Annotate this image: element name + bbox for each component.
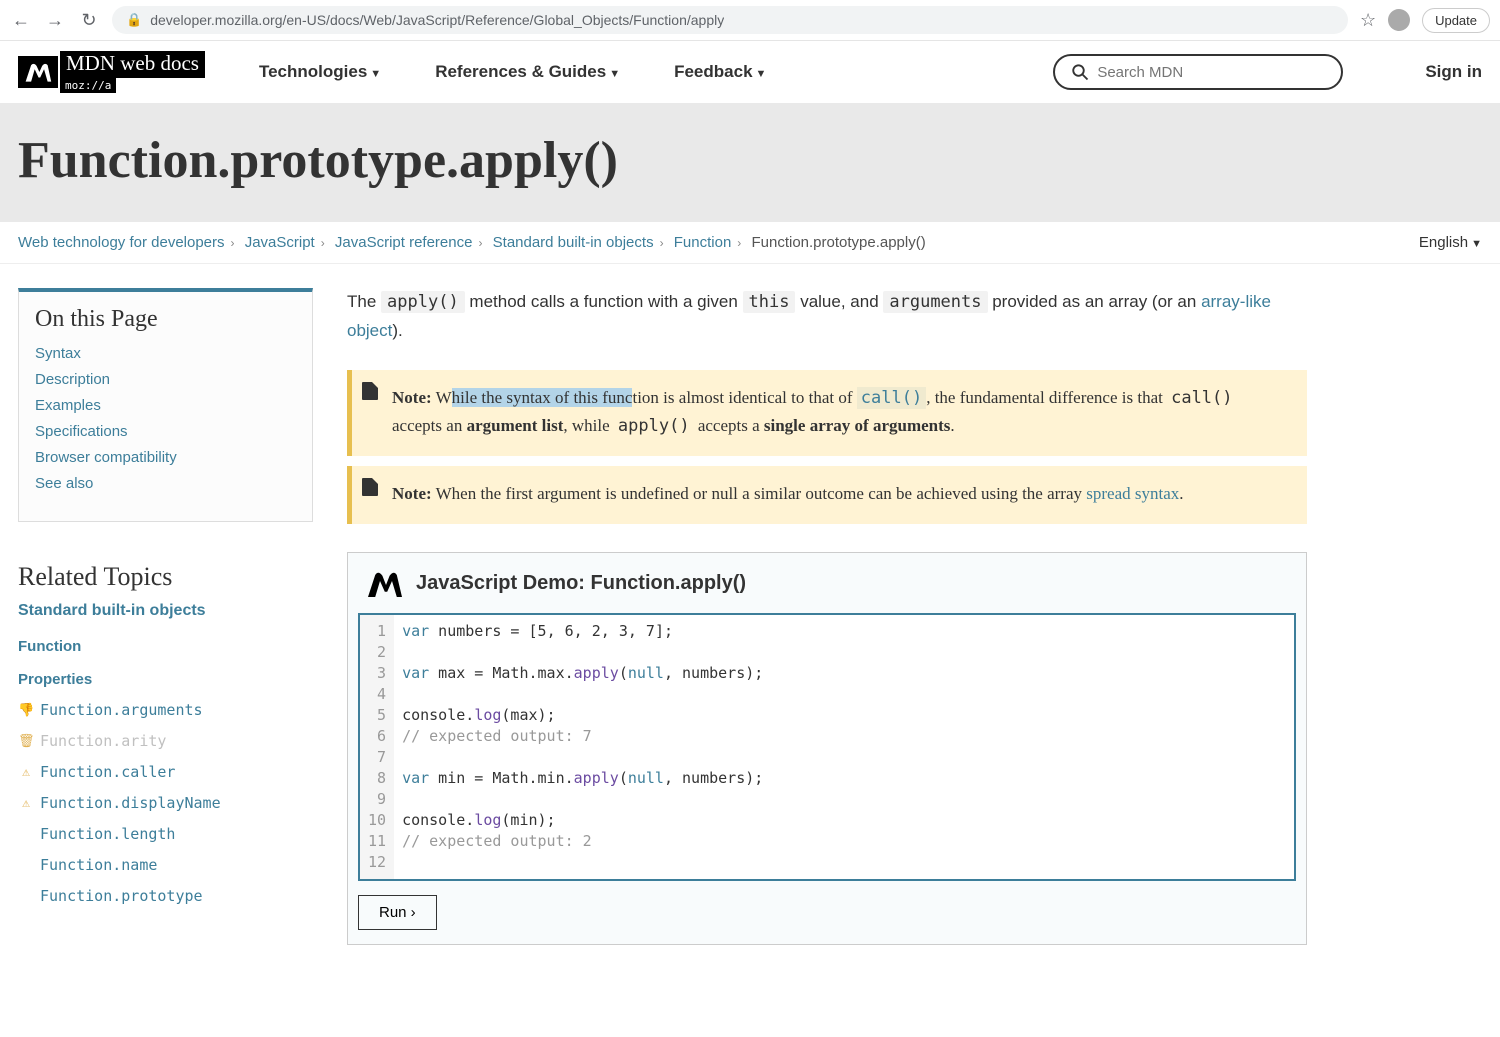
code-apply: apply() bbox=[381, 291, 465, 313]
crumb-js-ref[interactable]: JavaScript reference bbox=[335, 234, 473, 251]
nav-technologies[interactable]: Technologies▼ bbox=[259, 62, 381, 82]
toc-heading: On this Page bbox=[35, 306, 296, 333]
code-editor[interactable]: 123456789101112 var numbers = [5, 6, 2, … bbox=[358, 613, 1296, 881]
address-bar[interactable]: 🔒 developer.mozilla.org/en-US/docs/Web/J… bbox=[112, 6, 1348, 34]
sidebar: On this Page Syntax Description Examples… bbox=[18, 288, 313, 945]
prop-displayname[interactable]: ⚠Function.displayName bbox=[18, 794, 313, 812]
prop-caller[interactable]: ⚠Function.caller bbox=[18, 763, 313, 781]
mdn-dino-icon bbox=[364, 567, 404, 599]
toc-see-also[interactable]: See also bbox=[35, 475, 296, 492]
bookmark-icon[interactable]: ☆ bbox=[1360, 10, 1376, 31]
back-icon[interactable]: ← bbox=[10, 10, 32, 31]
toc-description[interactable]: Description bbox=[35, 371, 296, 388]
content: On this Page Syntax Description Examples… bbox=[0, 264, 1500, 969]
note-syntax: Note: While the syntax of this function … bbox=[347, 370, 1307, 456]
code-this: this bbox=[743, 291, 796, 313]
thumb-down-icon: 👎 bbox=[18, 703, 34, 718]
search-input[interactable] bbox=[1097, 64, 1325, 81]
breadcrumb-row: Web technology for developers› JavaScrip… bbox=[0, 222, 1500, 264]
chevron-down-icon: ▼ bbox=[370, 68, 381, 80]
nav-references[interactable]: References & Guides▼ bbox=[435, 62, 620, 82]
note-icon bbox=[362, 478, 378, 496]
profile-avatar[interactable] bbox=[1388, 9, 1410, 31]
related-builtin[interactable]: Standard built-in objects bbox=[18, 602, 313, 620]
page-title: Function.prototype.apply() bbox=[18, 131, 1482, 190]
forward-icon[interactable]: → bbox=[44, 10, 66, 31]
main-content: The apply() method calls a function with… bbox=[347, 288, 1307, 945]
site-header: MDN web docs moz://a Technologies▼ Refer… bbox=[0, 41, 1500, 103]
logo-text: MDN web docs bbox=[60, 51, 205, 78]
language-selector[interactable]: English▼ bbox=[1419, 234, 1482, 251]
toc-browser-compat[interactable]: Browser compatibility bbox=[35, 449, 296, 466]
prop-arguments[interactable]: 👎Function.arguments bbox=[18, 701, 313, 719]
code-content: var numbers = [5, 6, 2, 3, 7]; var max =… bbox=[394, 615, 1294, 879]
warning-icon: ⚠ bbox=[18, 796, 34, 811]
run-button[interactable]: Run › bbox=[358, 895, 437, 930]
crumb-builtin[interactable]: Standard built-in objects bbox=[493, 234, 654, 251]
related-heading: Related Topics bbox=[18, 562, 313, 592]
trash-icon: 🗑 bbox=[18, 734, 34, 749]
search-icon bbox=[1071, 63, 1089, 81]
related-topics: Related Topics Standard built-in objects… bbox=[18, 562, 313, 905]
chevron-down-icon: ▼ bbox=[609, 68, 620, 80]
warning-icon: ⚠ bbox=[18, 765, 34, 780]
note-icon bbox=[362, 382, 378, 400]
link-spread-syntax[interactable]: spread syntax bbox=[1086, 484, 1179, 503]
lock-icon: 🔒 bbox=[126, 12, 142, 28]
intro-paragraph: The apply() method calls a function with… bbox=[347, 288, 1307, 346]
demo-header: JavaScript Demo: Function.apply() bbox=[348, 553, 1306, 613]
breadcrumb: Web technology for developers› JavaScrip… bbox=[18, 234, 926, 251]
crumb-web-tech[interactable]: Web technology for developers bbox=[18, 234, 225, 251]
search-box[interactable] bbox=[1053, 54, 1343, 90]
chevron-down-icon: ▼ bbox=[756, 68, 767, 80]
toc-examples[interactable]: Examples bbox=[35, 397, 296, 414]
signin-link[interactable]: Sign in bbox=[1425, 62, 1482, 82]
code-arguments: arguments bbox=[883, 291, 987, 313]
prop-length[interactable]: Function.length bbox=[18, 825, 313, 843]
toc-specifications[interactable]: Specifications bbox=[35, 423, 296, 440]
title-section: Function.prototype.apply() bbox=[0, 103, 1500, 222]
line-numbers: 123456789101112 bbox=[360, 615, 394, 879]
prop-name[interactable]: Function.name bbox=[18, 856, 313, 874]
crumb-javascript[interactable]: JavaScript bbox=[245, 234, 315, 251]
note-spread: Note: When the first argument is undefin… bbox=[347, 466, 1307, 524]
related-function[interactable]: Function bbox=[18, 638, 313, 655]
browser-toolbar: ← → ↻ 🔒 developer.mozilla.org/en-US/docs… bbox=[0, 0, 1500, 41]
toc-box: On this Page Syntax Description Examples… bbox=[18, 288, 313, 522]
demo-box: JavaScript Demo: Function.apply() 123456… bbox=[347, 552, 1307, 945]
crumb-function[interactable]: Function bbox=[674, 234, 732, 251]
prop-prototype[interactable]: Function.prototype bbox=[18, 887, 313, 905]
related-properties[interactable]: Properties bbox=[18, 671, 313, 688]
url-text: developer.mozilla.org/en-US/docs/Web/Jav… bbox=[150, 12, 724, 28]
prop-arity[interactable]: 🗑Function.arity bbox=[18, 732, 313, 750]
update-button[interactable]: Update bbox=[1422, 8, 1490, 33]
mdn-logo[interactable]: MDN web docs moz://a bbox=[18, 51, 205, 93]
highlighted-text: hile the syntax of this func bbox=[452, 388, 633, 407]
nav-feedback[interactable]: Feedback▼ bbox=[674, 62, 766, 82]
reload-icon[interactable]: ↻ bbox=[78, 10, 100, 31]
logo-subtext: moz://a bbox=[60, 78, 116, 93]
code-call[interactable]: call() bbox=[857, 387, 926, 409]
toc-syntax[interactable]: Syntax bbox=[35, 345, 296, 362]
chevron-down-icon: ▼ bbox=[1471, 238, 1482, 250]
demo-title: JavaScript Demo: Function.apply() bbox=[416, 572, 746, 595]
crumb-current: Function.prototype.apply() bbox=[751, 234, 925, 251]
